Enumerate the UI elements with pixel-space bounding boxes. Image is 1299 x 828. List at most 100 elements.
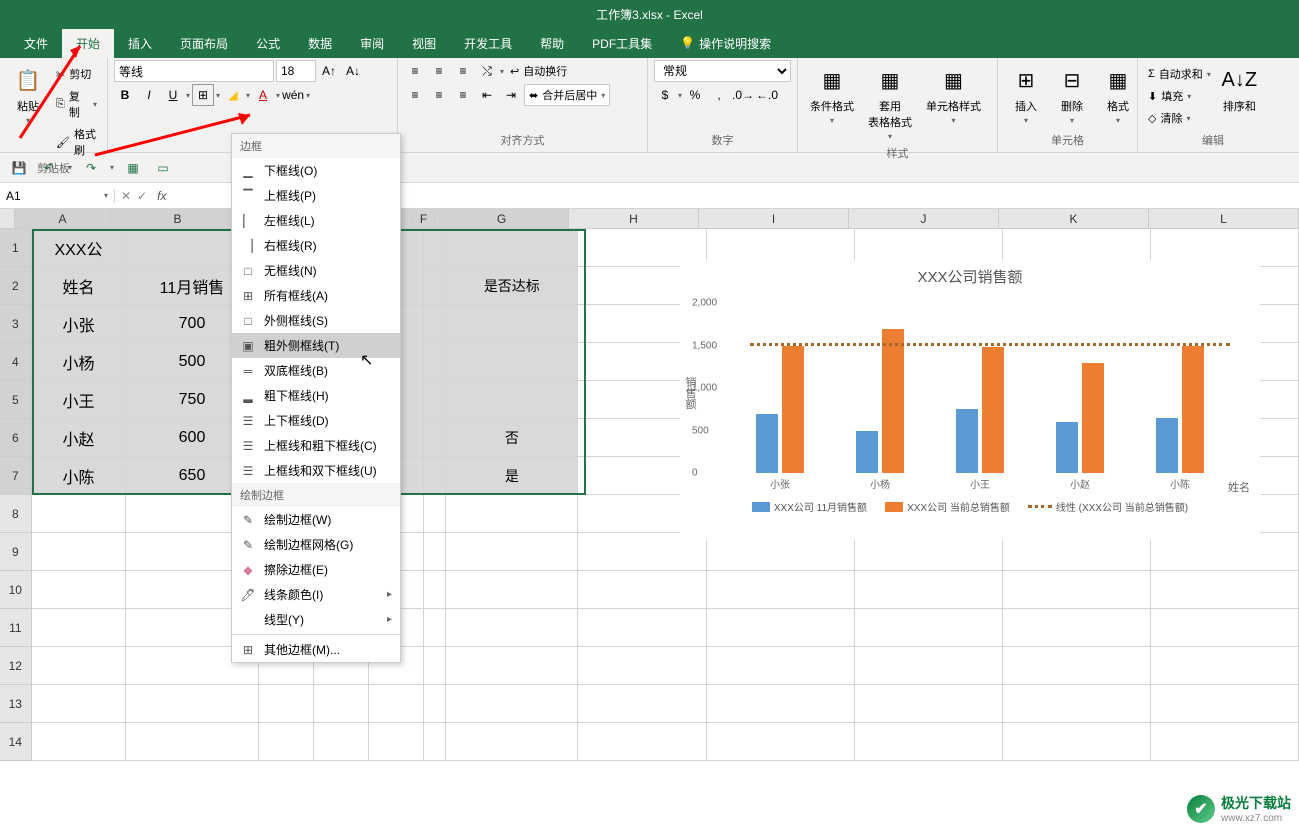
cell-A13[interactable]: [32, 685, 127, 723]
cell-F6[interactable]: [424, 419, 446, 457]
tab-pdf[interactable]: PDF工具集: [578, 29, 666, 58]
number-format-select[interactable]: 常规: [654, 60, 791, 82]
comma-icon[interactable]: ,: [708, 84, 730, 106]
menu-border-top-double-bottom[interactable]: ☰上框线和双下框线(U): [232, 458, 400, 483]
row-header-10[interactable]: 10: [0, 571, 32, 609]
name-box[interactable]: A1▾: [0, 189, 115, 203]
cell-J10[interactable]: [855, 571, 1003, 609]
row-header-5[interactable]: 5: [0, 381, 32, 419]
col-header-I[interactable]: I: [699, 209, 849, 228]
cell-C13[interactable]: [259, 685, 314, 723]
cell-D13[interactable]: [314, 685, 369, 723]
format-cells-button[interactable]: ▦格式▾: [1096, 60, 1140, 132]
menu-border-left[interactable]: ▏左框线(L): [232, 208, 400, 233]
cell-J13[interactable]: [855, 685, 1003, 723]
italic-button[interactable]: I: [138, 84, 160, 106]
increase-font-icon[interactable]: A↑: [318, 60, 340, 82]
row-header-12[interactable]: 12: [0, 647, 32, 685]
cell-A11[interactable]: [32, 609, 127, 647]
cell-E14[interactable]: [369, 723, 424, 761]
cell-F14[interactable]: [424, 723, 446, 761]
menu-border-thick-outside[interactable]: ▣粗外侧框线(T): [232, 333, 400, 358]
tab-help[interactable]: 帮助: [526, 29, 578, 58]
cell-G5[interactable]: [446, 381, 578, 419]
menu-border-top-thick-bottom[interactable]: ☰上框线和粗下框线(C): [232, 433, 400, 458]
cell-F11[interactable]: [424, 609, 446, 647]
row-header-1[interactable]: 1: [0, 229, 32, 267]
menu-border-top-bottom[interactable]: ☰上下框线(D): [232, 408, 400, 433]
col-header-H[interactable]: H: [569, 209, 699, 228]
cell-C14[interactable]: [259, 723, 314, 761]
cell-A9[interactable]: [32, 533, 127, 571]
row-header-14[interactable]: 14: [0, 723, 32, 761]
cell-J14[interactable]: [855, 723, 1003, 761]
indent-increase-icon[interactable]: ⇥: [500, 84, 522, 106]
cell-G13[interactable]: [446, 685, 578, 723]
cell-F8[interactable]: [424, 495, 446, 533]
cell-G7[interactable]: 是: [446, 457, 578, 495]
tab-review[interactable]: 审阅: [346, 29, 398, 58]
cell-A2[interactable]: 姓名: [32, 267, 127, 305]
tab-file[interactable]: 文件: [10, 29, 62, 58]
cell-J11[interactable]: [855, 609, 1003, 647]
cell-F5[interactable]: [424, 381, 446, 419]
qat-icon[interactable]: ▦: [122, 157, 144, 179]
autosum-button[interactable]: Σ自动求和▾: [1144, 64, 1215, 84]
menu-border-outside[interactable]: □外侧框线(S): [232, 308, 400, 333]
cell-A14[interactable]: [32, 723, 127, 761]
cell-A10[interactable]: [32, 571, 127, 609]
menu-border-right[interactable]: ▕右框线(R): [232, 233, 400, 258]
redo-button[interactable]: ↷: [80, 157, 102, 179]
font-size-input[interactable]: [276, 60, 316, 82]
row-header-8[interactable]: 8: [0, 495, 32, 533]
cell-I12[interactable]: [707, 647, 855, 685]
row-header-9[interactable]: 9: [0, 533, 32, 571]
cell-F1[interactable]: [424, 229, 446, 267]
cell-F9[interactable]: [424, 533, 446, 571]
cell-K13[interactable]: [1003, 685, 1151, 723]
cell-K14[interactable]: [1003, 723, 1151, 761]
cell-F3[interactable]: [424, 305, 446, 343]
tab-formulas[interactable]: 公式: [242, 29, 294, 58]
cancel-icon[interactable]: ✕: [121, 189, 131, 203]
cell-D14[interactable]: [314, 723, 369, 761]
cell-G14[interactable]: [446, 723, 578, 761]
col-header-L[interactable]: L: [1149, 209, 1299, 228]
row-header-13[interactable]: 13: [0, 685, 32, 723]
align-center-icon[interactable]: ≡: [428, 84, 450, 106]
cell-A5[interactable]: 小王: [32, 381, 127, 419]
tab-view[interactable]: 视图: [398, 29, 450, 58]
paste-button[interactable]: 📋 粘贴 ▾: [6, 60, 50, 160]
save-button[interactable]: 💾: [8, 157, 30, 179]
cell-G2[interactable]: 是否达标: [446, 267, 578, 305]
qat-icon2[interactable]: ▭: [152, 157, 174, 179]
clear-button[interactable]: ◇清除▾: [1144, 108, 1215, 128]
cell-L13[interactable]: [1151, 685, 1299, 723]
menu-draw-border[interactable]: ✎绘制边框(W): [232, 507, 400, 532]
menu-border-bottom[interactable]: ▁下框线(O): [232, 158, 400, 183]
cell-L12[interactable]: [1151, 647, 1299, 685]
col-header-J[interactable]: J: [849, 209, 999, 228]
cell-F10[interactable]: [424, 571, 446, 609]
cell-G1[interactable]: [446, 229, 578, 267]
cell-J12[interactable]: [855, 647, 1003, 685]
col-header-G[interactable]: G: [435, 209, 569, 228]
format-painter-button[interactable]: 🖌格式刷: [52, 124, 101, 160]
col-header-F[interactable]: F: [413, 209, 435, 228]
enter-icon[interactable]: ✓: [137, 189, 147, 203]
cell-H13[interactable]: [578, 685, 706, 723]
percent-icon[interactable]: %: [684, 84, 706, 106]
row-header-7[interactable]: 7: [0, 457, 32, 495]
menu-draw-border-grid[interactable]: ✎绘制边框网格(G): [232, 532, 400, 557]
col-header-A[interactable]: A: [15, 209, 111, 228]
cell-G4[interactable]: [446, 343, 578, 381]
cell-G10[interactable]: [446, 571, 578, 609]
menu-border-thick-bottom[interactable]: ▂粗下框线(H): [232, 383, 400, 408]
menu-border-top[interactable]: ▔上框线(P): [232, 183, 400, 208]
cell-B14[interactable]: [126, 723, 258, 761]
phonetic-button[interactable]: wén: [282, 84, 304, 106]
cell-K12[interactable]: [1003, 647, 1151, 685]
menu-border-bottom-double[interactable]: ═双底框线(B): [232, 358, 400, 383]
row-header-6[interactable]: 6: [0, 419, 32, 457]
cell-A3[interactable]: 小张: [32, 305, 127, 343]
